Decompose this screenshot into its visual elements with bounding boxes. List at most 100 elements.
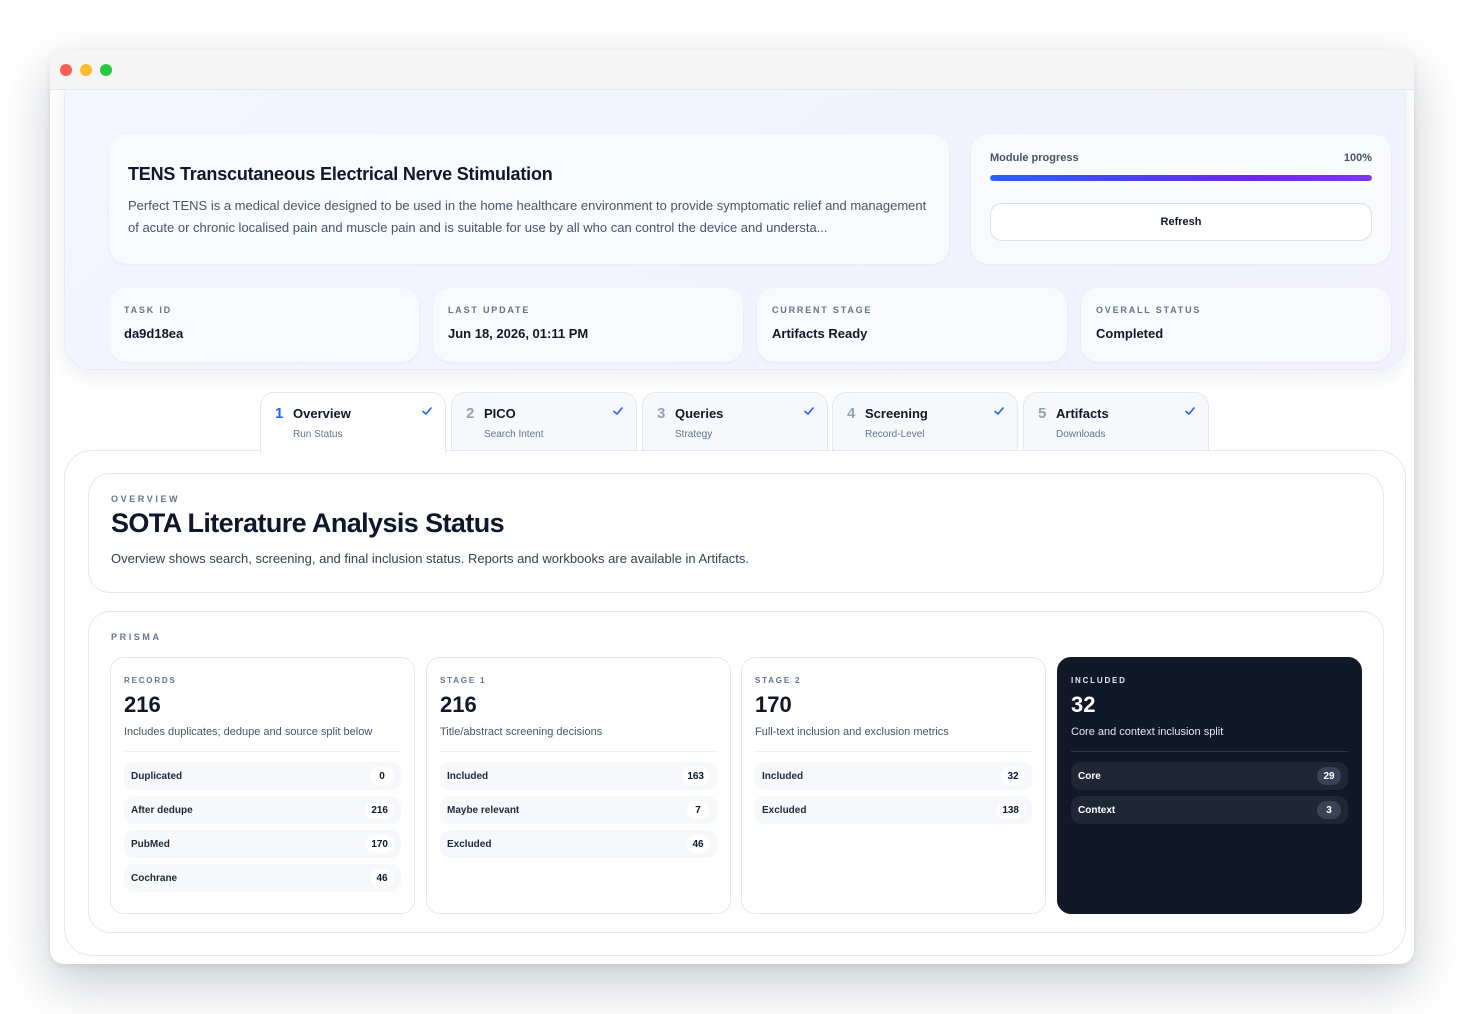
metric-row: Included 163 [440,762,717,790]
metric-label: Cochrane [131,872,178,884]
divider [124,751,401,752]
metric-label: Included [447,770,489,782]
metric-row: Duplicated 0 [124,762,401,790]
prisma-card-included: INCLUDED 32 Core and context inclusion s… [1057,657,1362,914]
metric-label: Maybe relevant [447,804,520,816]
card-eyebrow: STAGE 2 [755,676,802,685]
prisma-card-records: RECORDS 216 Includes duplicates; dedupe … [110,657,415,914]
divider [755,751,1032,752]
card-value: 216 [124,692,161,717]
tab-label: Queries [675,406,724,421]
metric-label: Excluded [447,838,492,850]
tab-label: Overview [293,406,351,421]
card-value: 216 [440,692,477,717]
page-title: SOTA Literature Analysis Status [111,508,505,538]
overview-panel: OVERVIEW SOTA Literature Analysis Status… [64,450,1406,956]
section-eyebrow: OVERVIEW [111,494,181,504]
stat-label: LAST UPDATE [448,305,531,315]
minimize-window-button[interactable] [80,64,92,76]
metric-label: Core [1078,770,1101,782]
metric-count-badge: 46 [686,835,710,853]
maximize-window-button[interactable] [100,64,112,76]
metric-count-badge: 216 [365,801,394,819]
tab-number: 5 [1038,405,1047,422]
card-eyebrow: INCLUDED [1071,676,1127,685]
tab-sublabel: Run Status [293,429,343,440]
tab-sublabel: Downloads [1056,429,1106,440]
page-description: Overview shows search, screening, and fi… [111,551,750,566]
metric-row: Maybe relevant 7 [440,796,717,824]
metric-count-badge: 138 [996,801,1025,819]
metric-label: Excluded [762,804,807,816]
tab-label: Screening [865,406,928,421]
stat-task-id: TASK ID da9d18ea [109,288,419,362]
refresh-button[interactable]: Refresh [990,203,1372,241]
prisma-card-stage-2: STAGE 2 170 Full-text inclusion and excl… [741,657,1046,914]
metric-count-badge: 32 [1001,767,1025,785]
tab-number: 1 [275,405,284,422]
stat-current-stage: CURRENT STAGE Artifacts Ready [757,288,1067,362]
card-description: Title/abstract screening decisions [440,726,603,738]
metric-row: Excluded 138 [755,796,1032,824]
metric-label: Context [1078,804,1116,816]
metric-count-badge: 29 [1317,767,1341,785]
prisma-section: PRISMA RECORDS 216 Includes duplicates; … [88,611,1384,933]
check-icon [994,407,1004,415]
tab-number: 4 [847,405,856,422]
page-content: TENS Transcutaneous Electrical Nerve Sti… [50,90,1414,964]
device-description: Perfect TENS is a medical device designe… [128,198,927,235]
metric-count-badge: 0 [370,767,394,785]
close-window-button[interactable] [60,64,72,76]
task-summary-panel: TENS Transcutaneous Electrical Nerve Sti… [64,90,1406,370]
metric-label: After dedupe [131,804,193,816]
tab-pico[interactable]: 2 PICO Search Intent [451,392,637,452]
device-title: TENS Transcutaneous Electrical Nerve Sti… [128,164,553,184]
tab-sublabel: Record-Level [865,429,925,440]
metric-count-badge: 170 [365,835,394,853]
check-icon [804,407,814,415]
stat-value: Artifacts Ready [772,326,868,341]
card-eyebrow: RECORDS [124,676,177,685]
section-eyebrow: PRISMA [111,632,162,642]
progress-bar-fill [990,175,1372,181]
tab-label: Artifacts [1056,406,1109,421]
module-progress-card: Module progress 100% Refresh [971,134,1391,264]
metric-row: Context 3 [1071,796,1348,824]
progress-label: Module progress [990,152,1079,164]
tab-artifacts[interactable]: 5 Artifacts Downloads [1023,392,1209,452]
tab-queries[interactable]: 3 Queries Strategy [642,392,828,452]
metric-count-badge: 3 [1317,801,1341,819]
metric-label: Duplicated [131,770,183,782]
card-description: Core and context inclusion split [1071,726,1224,738]
metric-row: PubMed 170 [124,830,401,858]
stat-label: CURRENT STAGE [772,305,873,315]
metric-count-badge: 7 [686,801,710,819]
metric-row: Cochrane 46 [124,864,401,892]
stat-last-update: LAST UPDATE Jun 18, 2026, 01:11 PM [433,288,743,362]
stat-label: TASK ID [124,305,172,315]
tab-number: 2 [466,405,475,422]
progress-bar [990,175,1372,181]
divider [1071,751,1348,752]
check-icon [422,407,432,415]
card-value: 170 [755,692,792,717]
metric-row: After dedupe 216 [124,796,401,824]
stat-overall-status: OVERALL STATUS Completed [1081,288,1391,362]
progress-percent: 100% [1343,152,1372,164]
card-description: Includes duplicates; dedupe and source s… [124,726,373,738]
stat-value: Completed [1096,326,1164,341]
divider [440,751,717,752]
window-titlebar [50,50,1414,90]
stat-value: da9d18ea [124,326,184,341]
metric-count-badge: 46 [370,869,394,887]
stat-label: OVERALL STATUS [1096,305,1202,315]
check-icon [613,407,623,415]
tab-overview[interactable]: 1 Overview Run Status [260,392,446,454]
tab-screening[interactable]: 4 Screening Record-Level [832,392,1018,452]
check-icon [1185,407,1195,415]
stat-value: Jun 18, 2026, 01:11 PM [448,326,589,341]
card-value: 32 [1071,692,1096,717]
browser-window: TENS Transcutaneous Electrical Nerve Sti… [50,50,1414,964]
device-card: TENS Transcutaneous Electrical Nerve Sti… [109,134,949,264]
metric-row: Included 32 [755,762,1032,790]
